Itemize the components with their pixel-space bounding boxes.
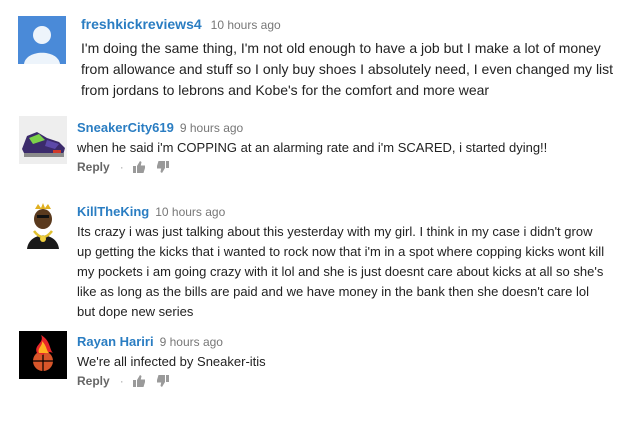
comment-text: We're all infected by Sneaker-itis xyxy=(77,354,266,369)
comment-text: when he said i'm COPPING at an alarming … xyxy=(77,140,548,155)
comment-actions: Reply · xyxy=(77,374,180,388)
default-user-icon xyxy=(24,26,60,64)
comment-timestamp: 10 hours ago xyxy=(210,18,281,32)
comment-author[interactable]: KillTheKing xyxy=(77,204,149,219)
reply-button[interactable]: Reply xyxy=(77,374,110,388)
comment-text: I'm doing the same thing, I'm not old en… xyxy=(81,40,614,98)
separator: · xyxy=(119,374,124,388)
thumbs-down-icon[interactable] xyxy=(156,160,170,174)
king-cartoon-avatar-image xyxy=(19,201,67,249)
sneaker-avatar-image xyxy=(19,116,67,164)
thumbs-up-icon[interactable] xyxy=(132,374,146,388)
comment-author[interactable]: Rayan Hariri xyxy=(77,334,154,349)
thumbs-down-icon[interactable] xyxy=(156,374,170,388)
comment-actions: Reply · xyxy=(77,160,180,174)
avatar[interactable] xyxy=(18,16,66,64)
avatar[interactable] xyxy=(19,116,67,164)
comment-timestamp: 9 hours ago xyxy=(179,121,244,135)
comment-author[interactable]: SneakerCity619 xyxy=(77,120,174,135)
reply-button[interactable]: Reply xyxy=(77,160,110,174)
comment-timestamp: 9 hours ago xyxy=(159,335,223,349)
avatar[interactable] xyxy=(19,201,67,249)
separator: · xyxy=(119,160,124,174)
thumbs-up-icon[interactable] xyxy=(132,160,146,174)
comment-timestamp: 10 hours ago xyxy=(155,205,226,219)
comment-author[interactable]: freshkickreviews4 xyxy=(81,16,202,32)
avatar[interactable] xyxy=(19,331,67,379)
heat-logo-avatar-image xyxy=(19,331,67,379)
comment-text: Its crazy i was just talking about this … xyxy=(77,224,605,319)
